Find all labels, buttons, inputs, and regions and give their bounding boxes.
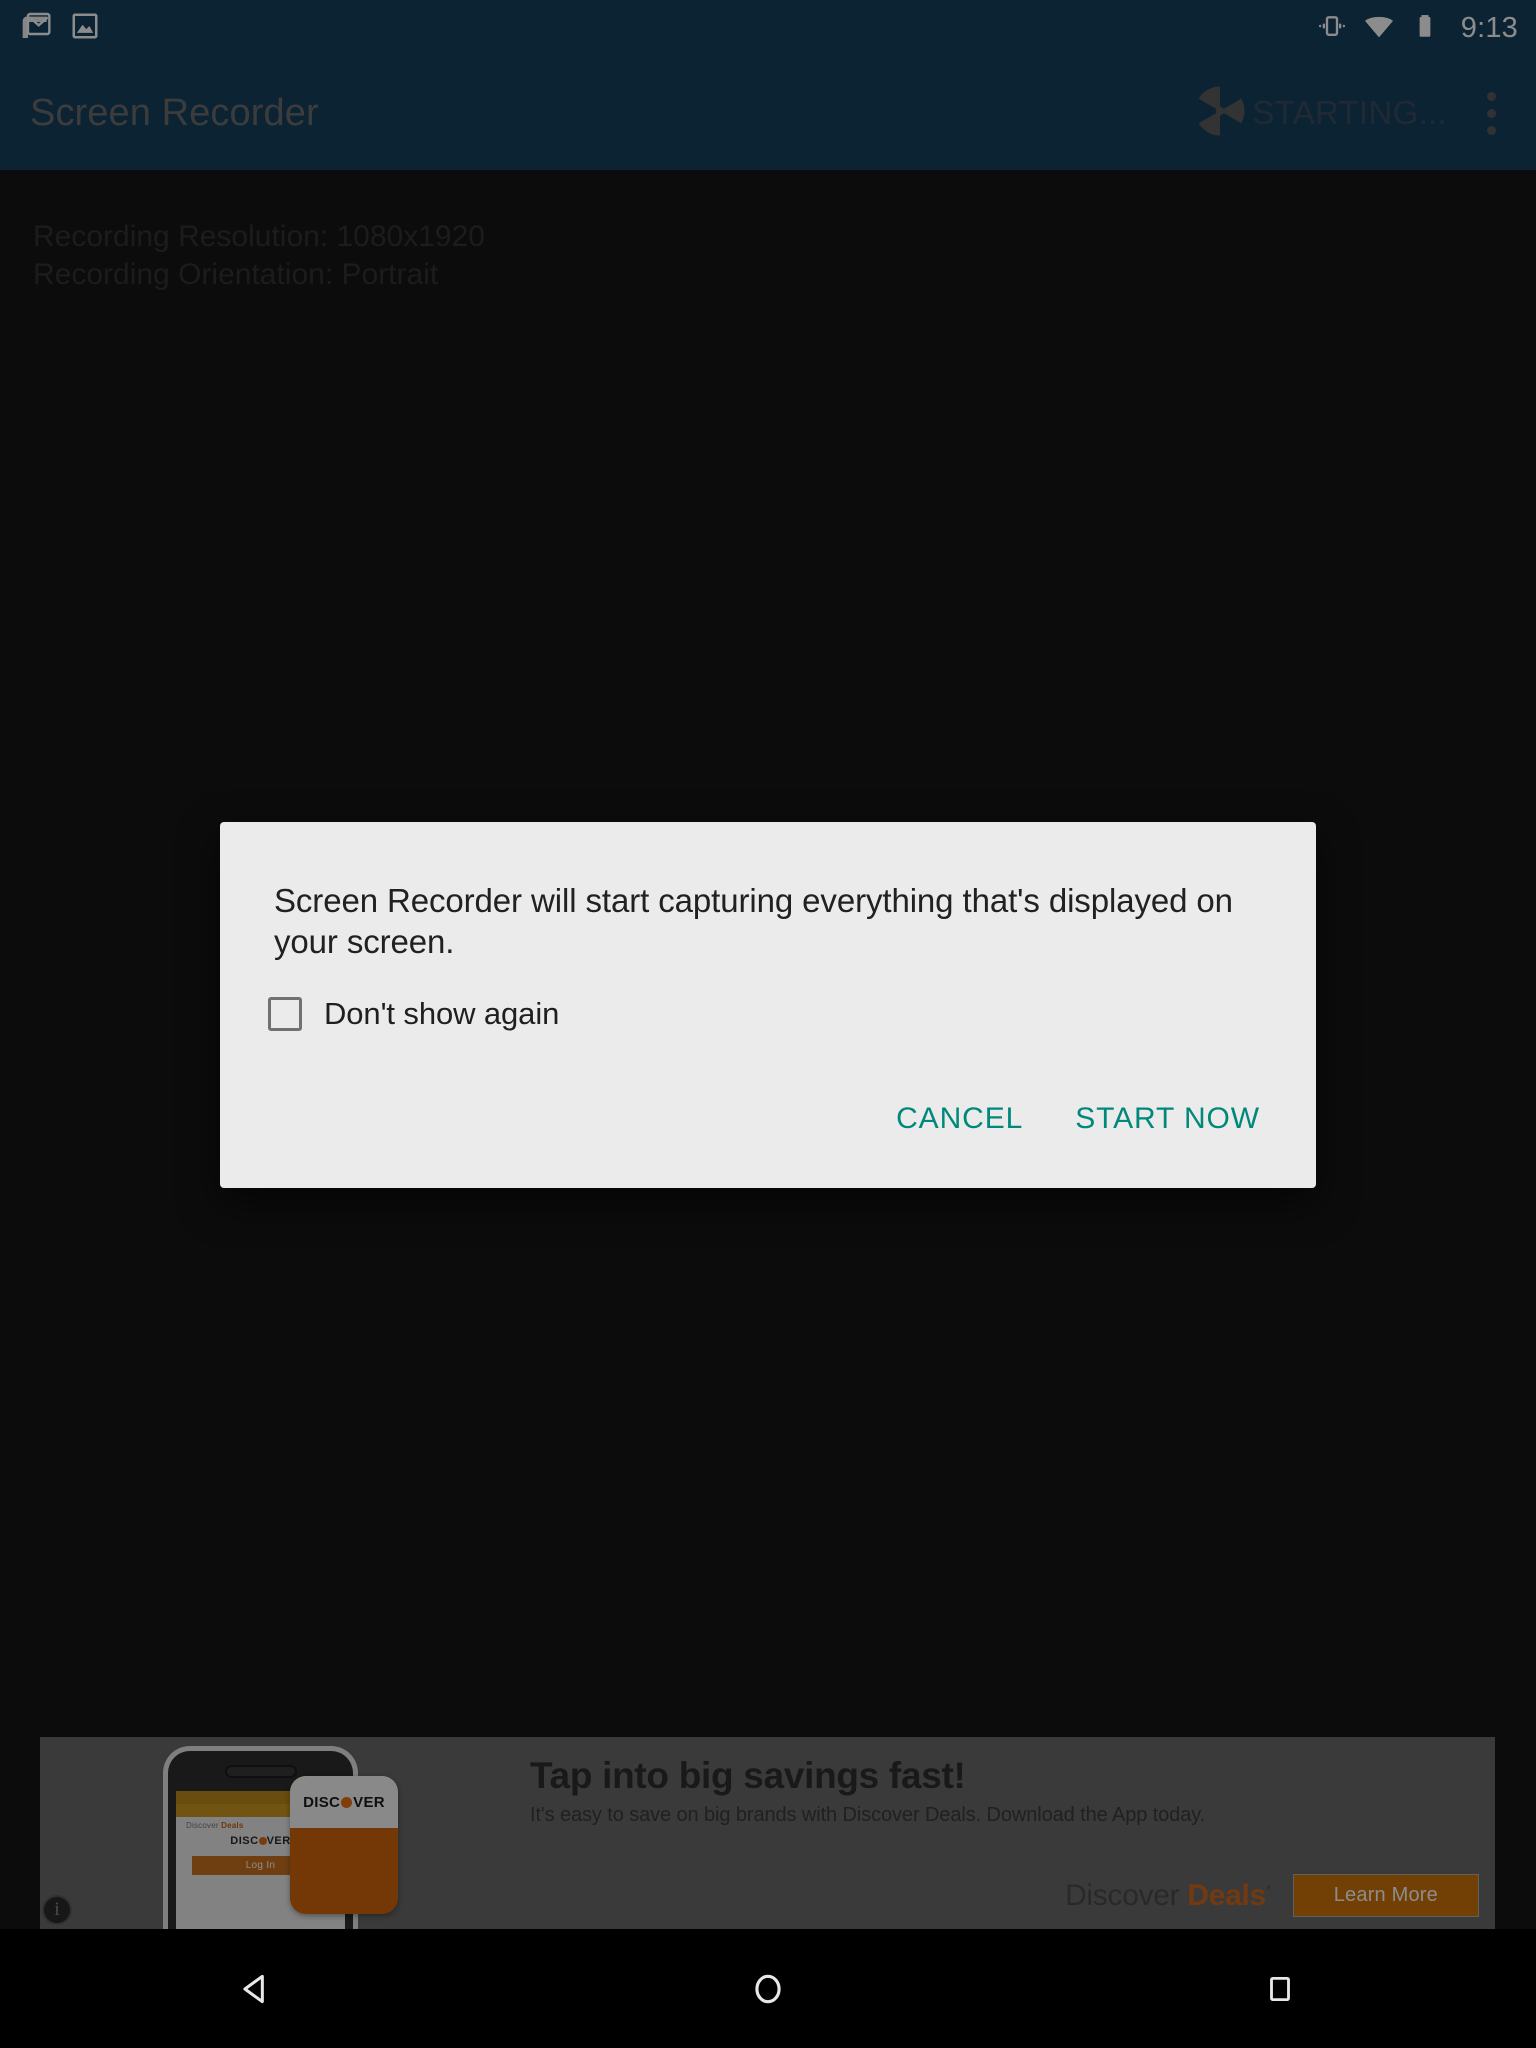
dialog-actions: CANCEL START NOW <box>220 1032 1316 1188</box>
home-button[interactable] <box>668 1929 868 2048</box>
recents-square-icon <box>1270 1976 1290 2001</box>
screen-capture-dialog: Screen Recorder will start capturing eve… <box>220 822 1316 1188</box>
dont-show-again-checkbox[interactable] <box>268 997 302 1031</box>
back-button[interactable] <box>156 1929 356 2048</box>
dont-show-again-label: Don't show again <box>324 996 560 1031</box>
dialog-message: Screen Recorder will start capturing eve… <box>274 882 1233 960</box>
dont-show-again-row[interactable]: Don't show again <box>220 962 1316 1032</box>
recents-button[interactable] <box>1180 1929 1380 2048</box>
navigation-bar <box>0 1929 1536 2048</box>
cancel-button[interactable]: CANCEL <box>874 1088 1045 1150</box>
back-triangle-icon <box>243 1974 264 2003</box>
home-circle-icon <box>755 1974 781 2003</box>
android-screen: 9:13 Screen Recorder STARTING... Recordi… <box>0 0 1536 2048</box>
start-now-button[interactable]: START NOW <box>1053 1088 1282 1150</box>
